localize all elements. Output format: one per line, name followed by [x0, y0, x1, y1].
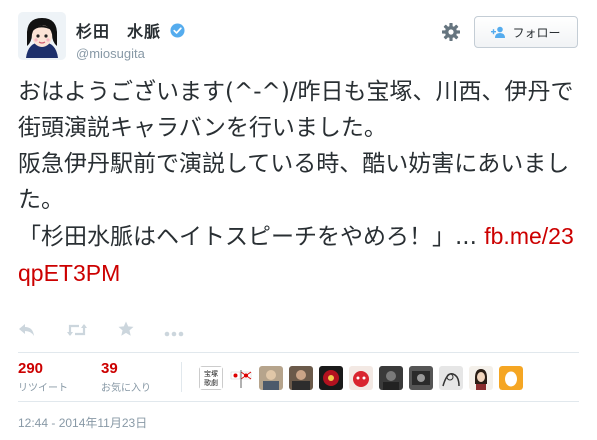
- retweet-count: 290: [18, 360, 44, 377]
- favorite-label: お気に入り: [101, 383, 151, 394]
- gear-icon[interactable]: [441, 22, 461, 42]
- follow-button-label: フォロー: [512, 25, 561, 40]
- avatar-photo-2[interactable]: [289, 366, 313, 390]
- user-identity[interactable]: 杉田 水脈 @miosugita: [76, 18, 185, 61]
- tweet-timestamp[interactable]: 12:44 - 2014年11月23日: [18, 414, 147, 431]
- avatar-photo-1[interactable]: [259, 366, 283, 390]
- avatar-red-character[interactable]: [349, 366, 373, 390]
- favorite-count: 39: [101, 360, 118, 377]
- divider: [18, 401, 579, 402]
- tweet-text: おはようございます(^-^)/昨日も宝塚、川西、伊丹で街頭演説キャラバンを行いま…: [18, 74, 578, 292]
- divider: [18, 352, 579, 353]
- reply-icon[interactable]: [18, 322, 36, 341]
- retweet-icon[interactable]: [66, 322, 88, 341]
- avatar-red-emblem[interactable]: [319, 366, 343, 390]
- more-icon[interactable]: [164, 322, 184, 341]
- retweet-stat[interactable]: 290 リツイート: [18, 360, 68, 394]
- svg-text:歌劇: 歌劇: [204, 378, 218, 387]
- avatar-dark-photo-2[interactable]: [409, 366, 433, 390]
- avatar-flags[interactable]: [229, 366, 253, 390]
- stats-separator: [181, 362, 182, 392]
- display-name[interactable]: 杉田 水脈: [76, 18, 161, 42]
- person-add-icon: [491, 26, 506, 38]
- verified-badge-icon: [170, 22, 185, 38]
- avatar-portrait[interactable]: [469, 366, 493, 390]
- profile-avatar-image: [18, 12, 66, 60]
- avatar-kanji-stamp[interactable]: 宝塚 歌劇: [199, 366, 223, 390]
- svg-text:宝塚: 宝塚: [204, 369, 218, 378]
- follow-button[interactable]: フォロー: [474, 16, 578, 48]
- avatar-sketch[interactable]: [439, 366, 463, 390]
- retweet-label: リツイート: [18, 383, 68, 394]
- favorite-stat[interactable]: 39 お気に入り: [101, 360, 151, 394]
- user-handle[interactable]: @miosugita: [76, 46, 185, 61]
- profile-avatar[interactable]: [18, 12, 66, 60]
- favorite-icon[interactable]: [118, 321, 134, 341]
- tweet-actions: [18, 319, 214, 343]
- avatar-dark-photo-1[interactable]: [379, 366, 403, 390]
- favoriter-avatars: 宝塚 歌劇: [199, 366, 523, 390]
- avatar-default-egg[interactable]: [499, 366, 523, 390]
